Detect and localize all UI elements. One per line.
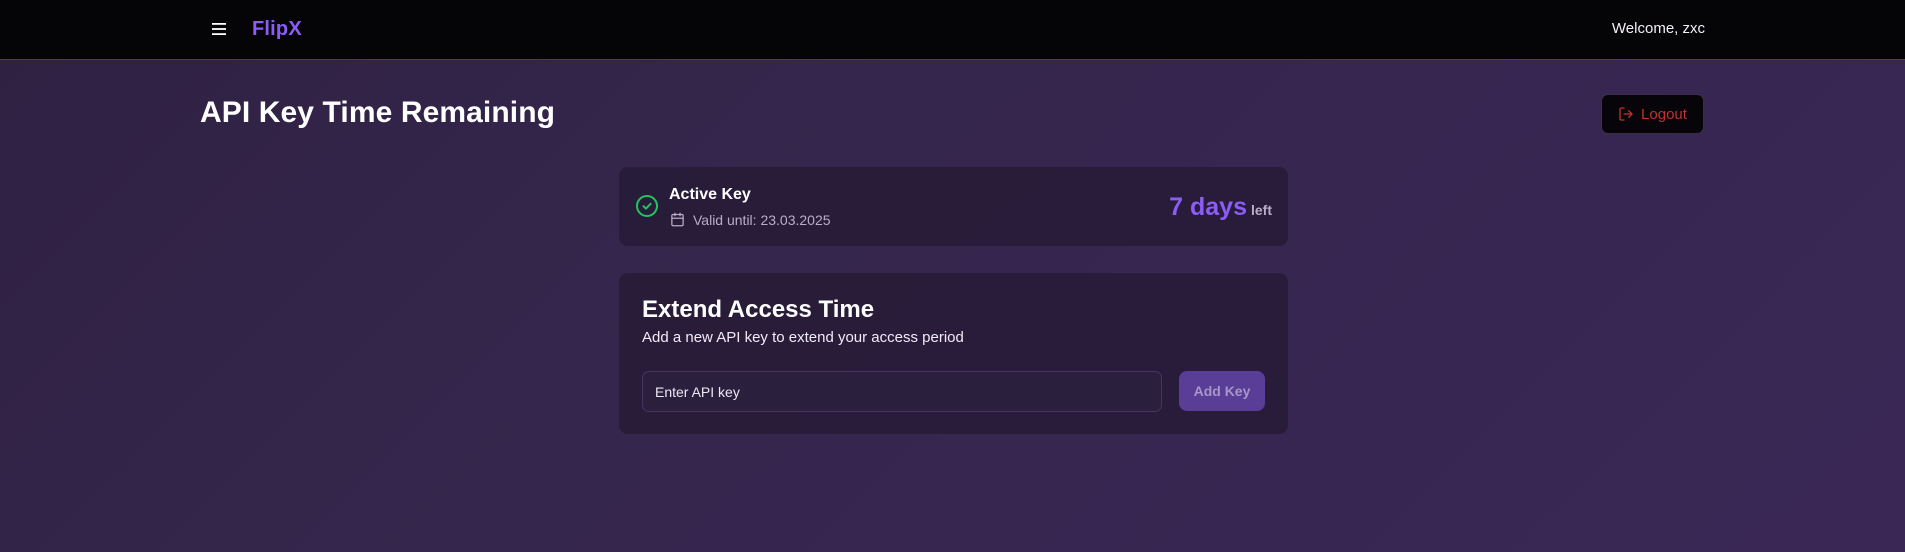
calendar-icon [671, 212, 684, 227]
check-circle-icon [636, 195, 658, 217]
add-key-button[interactable]: Add Key [1179, 371, 1265, 411]
days-remaining-value: 7 days [1169, 193, 1247, 221]
brand-logo[interactable]: FlipX [252, 18, 302, 41]
menu-button[interactable] [207, 17, 231, 41]
active-key-title: Active Key [669, 186, 751, 203]
days-remaining-suffix: left [1251, 202, 1272, 218]
page-title: API Key Time Remaining [200, 96, 556, 129]
logout-label: Logout [1641, 105, 1687, 123]
active-key-card: Active Key Valid until: 23.03.2025 7 day… [619, 167, 1288, 246]
welcome-text: Welcome, zxc [1611, 20, 1705, 37]
extend-access-card: Extend Access Time Add a new API key to … [619, 273, 1288, 434]
top-navbar: FlipX Welcome, zxc [0, 0, 1905, 60]
valid-until-text: Valid until: 23.03.2025 [693, 212, 831, 228]
extend-access-title: Extend Access Time [642, 296, 875, 323]
hamburger-menu-icon [212, 23, 226, 35]
api-key-input[interactable] [642, 371, 1162, 412]
logout-button[interactable]: Logout [1601, 94, 1704, 134]
extend-access-description: Add a new API key to extend your access … [642, 329, 964, 346]
logout-icon [1619, 107, 1633, 121]
days-remaining: 7 days left [1169, 193, 1272, 222]
